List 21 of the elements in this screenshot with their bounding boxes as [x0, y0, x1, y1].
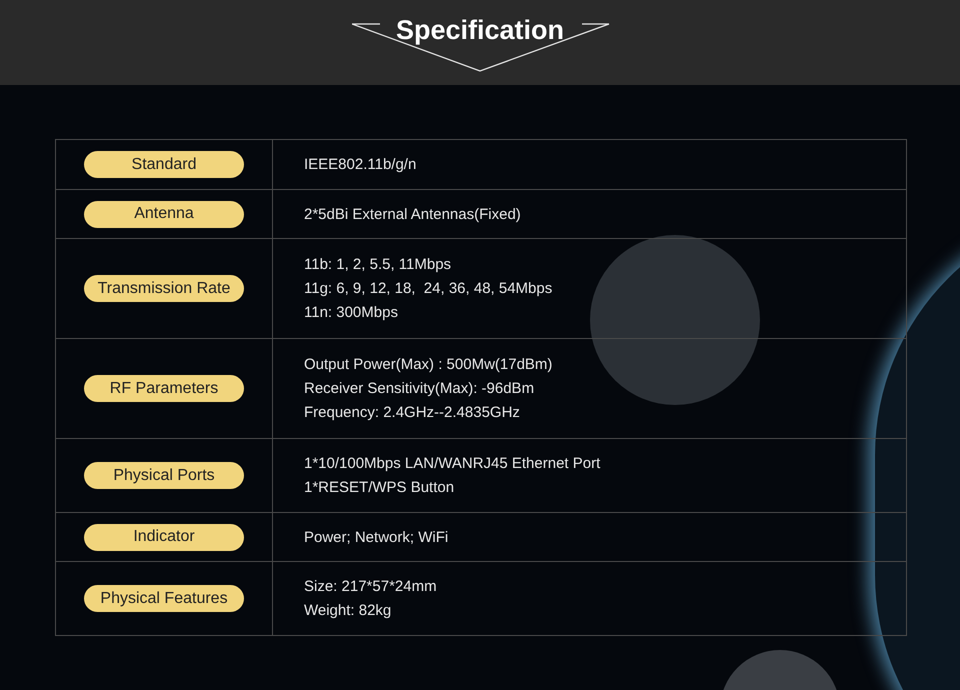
page-title: Specification — [396, 14, 564, 47]
spec-label: Transmission Rate — [84, 275, 244, 302]
spec-value: 11g: 6, 9, 12, 18, 24, 36, 48, 54Mbps — [304, 279, 552, 299]
spec-value: 11n: 300Mbps — [304, 303, 399, 323]
spec-label: Indicator — [84, 524, 244, 550]
spec-value: Receiver Sensitivity(Max): -96dBm — [304, 379, 536, 399]
spec-value: 1*10/100Mbps LAN/WANRJ45 Ethernet Port — [304, 454, 600, 474]
spec-label: Physical Features — [84, 585, 244, 612]
spec-label: RF Parameters — [84, 375, 244, 402]
spec-value: 2*5dBi External Antennas(Fixed) — [304, 204, 521, 224]
spec-label: Standard — [84, 151, 244, 178]
spec-value: Size: 217*57*24mm — [304, 577, 437, 597]
spec-value: 11b: 1, 2, 5.5, 11Mbps — [304, 255, 452, 275]
spec-value: Weight: 82kg — [304, 601, 392, 621]
spec-value: Output Power(Max) : 500Mw(17dBm) — [304, 355, 552, 375]
spec-label: Physical Ports — [84, 462, 244, 489]
spec-value: Frequency: 2.4GHz--2.4835GHz — [304, 403, 521, 423]
spec-label: Antenna — [84, 200, 244, 228]
spec-value: 1*RESET/WPS Button — [304, 478, 456, 498]
spec-value: Power; Network; WiFi — [304, 528, 448, 548]
spec-value: IEEE802.11b/g/n — [304, 155, 416, 175]
